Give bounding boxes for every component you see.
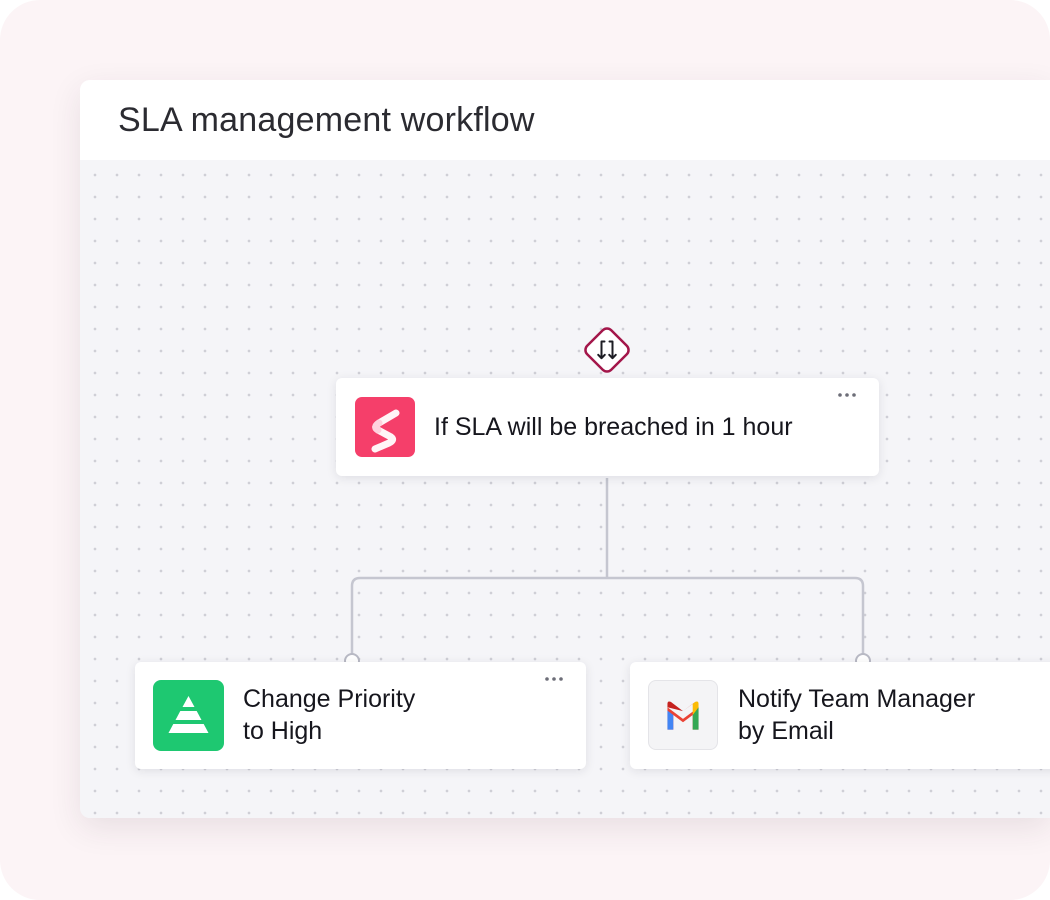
action-label-line2: by Email: [738, 717, 834, 745]
action-label-line2: to High: [243, 717, 323, 745]
action-card-change-priority[interactable]: Change Priority to High: [135, 662, 586, 769]
page-title: SLA management workflow: [118, 101, 535, 139]
workflow-canvas[interactable]: If SLA will be breached in 1 hour Change…: [80, 160, 1050, 818]
gmail-logo-icon: [667, 701, 699, 730]
branch-trigger-diamond[interactable]: [577, 320, 637, 380]
priority-pyramid-icon: [153, 680, 224, 751]
action-label: Change Priority to High: [243, 683, 543, 747]
action-card-notify-email[interactable]: Notify Team Manager by Email: [630, 662, 1050, 769]
window-header: SLA management workflow: [80, 80, 1050, 160]
action-label-line1: Change Priority: [243, 685, 416, 713]
sla-app-icon: [355, 397, 415, 457]
more-horizontal-icon: [545, 677, 563, 681]
action-more-menu-button[interactable]: [540, 670, 568, 688]
connector-branch-left: [350, 576, 607, 654]
sla-logo-icon: [371, 409, 400, 453]
workflow-window: SLA management workflow If SLA will be b…: [80, 80, 1050, 818]
trigger-card[interactable]: If SLA will be breached in 1 hour: [336, 378, 879, 476]
pyramid-logo-icon: [168, 696, 209, 733]
connector-branch-right: [607, 576, 865, 654]
action-label: Notify Team Manager by Email: [738, 683, 1038, 747]
branch-arrows-icon: [584, 327, 630, 373]
trigger-more-menu-button[interactable]: [833, 386, 861, 404]
action-label-line1: Notify Team Manager: [738, 685, 976, 713]
gmail-icon: [648, 680, 718, 750]
more-horizontal-icon: [838, 393, 856, 397]
trigger-label: If SLA will be breached in 1 hour: [434, 413, 793, 441]
